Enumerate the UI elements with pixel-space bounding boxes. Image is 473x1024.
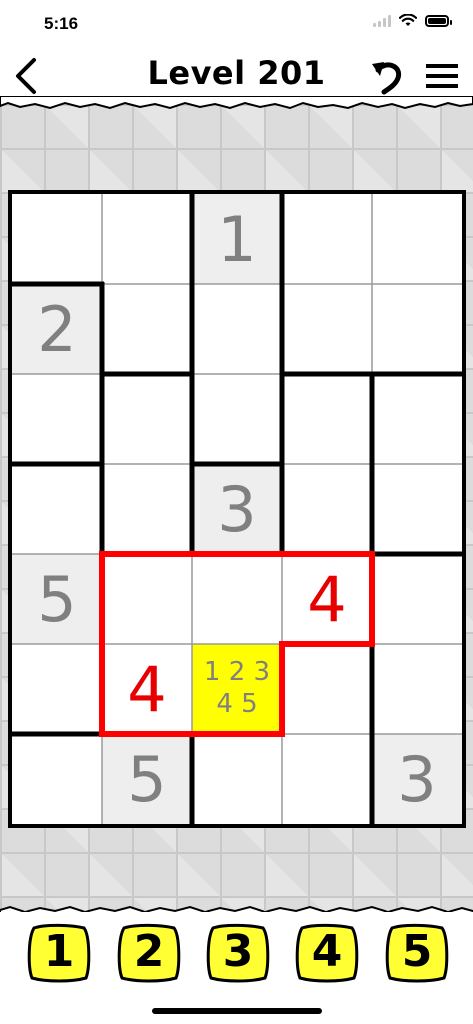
board-cell-r1-c1[interactable] [102,284,192,374]
board-cell-r0-c1[interactable] [102,194,192,284]
cell-candidates-line: 4 5 [216,689,257,719]
board-cell-r5-c4[interactable] [372,644,462,734]
menu-button[interactable] [424,60,460,92]
undo-button[interactable] [368,56,408,96]
cell-given-value: 2 [37,293,76,366]
cell-candidates-line: 1 2 3 [204,657,270,687]
puzzle-board: 1235441 2 34 553 [8,190,466,828]
cell-given-value: 5 [37,563,76,636]
digit-button-4[interactable]: 4 [294,922,360,984]
digit-button-label: 2 [133,926,165,977]
board-cell-r1-c2[interactable] [192,284,282,374]
digit-button-1[interactable]: 1 [26,922,92,984]
battery-icon [425,14,452,27]
board-cell-r3-c4[interactable] [372,464,462,554]
status-bar: 5:16 [0,0,473,44]
status-time: 5:16 [44,14,79,33]
digit-button-label: 5 [401,926,433,977]
cell-given-value: 1 [217,203,256,276]
torn-paper-edge-top [0,96,473,110]
board-cell-r6-c0[interactable] [12,734,102,824]
board-cell-r2-c4[interactable] [372,374,462,464]
digit-button-3[interactable]: 3 [205,922,271,984]
board-cell-r6-c2[interactable] [192,734,282,824]
board-cell-r2-c2[interactable] [192,374,282,464]
digit-button-2[interactable]: 2 [116,922,182,984]
board-cell-r3-c0[interactable] [12,464,102,554]
cell-given-value: 5 [127,743,166,816]
home-indicator [152,1008,322,1014]
digit-button-label: 4 [311,926,343,977]
digit-button-label: 3 [222,926,254,977]
board-cell-r2-c3[interactable] [282,374,372,464]
cell-given-value: 3 [217,473,256,546]
board-cell-r2-c1[interactable] [102,374,192,464]
board-cell-r3-c3[interactable] [282,464,372,554]
cell-error-value: 4 [307,563,346,636]
board-cell-r0-c0[interactable] [12,194,102,284]
board-cell-r1-c4[interactable] [372,284,462,374]
digit-button-label: 1 [43,926,75,977]
board-cell-r2-c0[interactable] [12,374,102,464]
header: Level 201 [0,44,473,104]
board-cell-r4-c1[interactable] [102,554,192,644]
board-cell-r5-c0[interactable] [12,644,102,734]
board-cell-r0-c4[interactable] [372,194,462,284]
board-cell-r3-c1[interactable] [102,464,192,554]
cellular-signal-icon [373,14,391,27]
board-cell-r6-c3[interactable] [282,734,372,824]
cell-error-value: 4 [127,653,166,726]
cell-given-value: 3 [397,743,436,816]
hamburger-menu-icon [426,64,458,88]
status-icons [373,14,452,27]
board-cell-r1-c3[interactable] [282,284,372,374]
undo-icon [372,62,402,95]
board-cell-r4-c2[interactable] [192,554,282,644]
board-cell-r5-c3[interactable] [282,644,372,734]
digit-button-5[interactable]: 5 [384,922,450,984]
board-cell-r4-c4[interactable] [372,554,462,644]
board-cell-r0-c3[interactable] [282,194,372,284]
wifi-icon [399,14,417,26]
